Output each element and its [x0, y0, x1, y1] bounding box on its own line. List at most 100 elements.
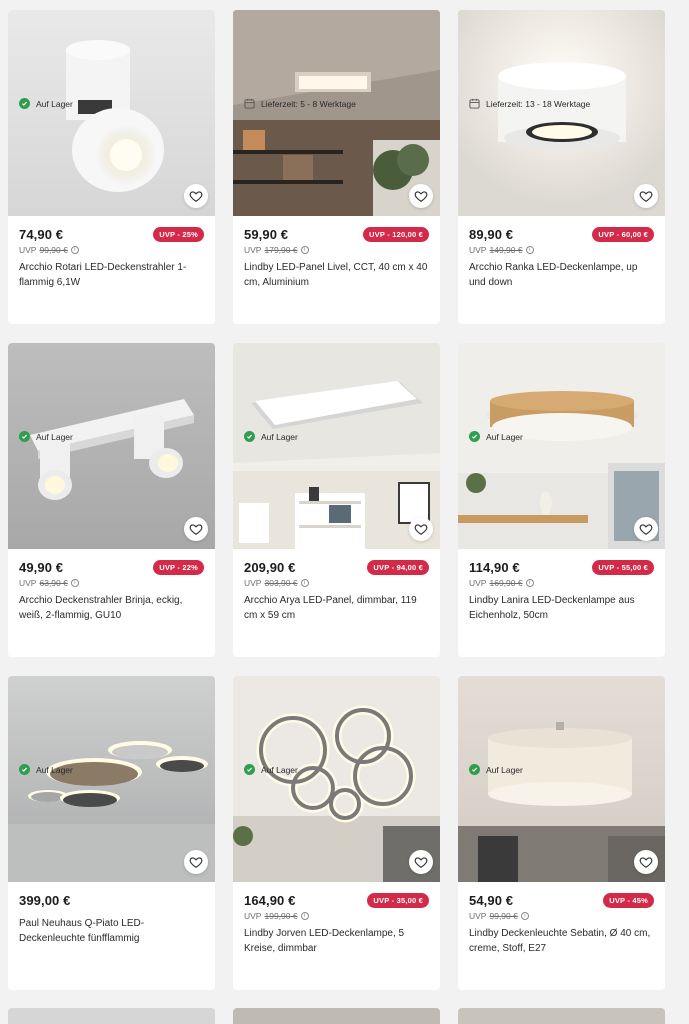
old-price: 99,90 €: [489, 910, 518, 921]
discount-badge: UVP - 35,00 €: [367, 893, 429, 908]
discount-badge: UVP - 120,00 €: [363, 227, 429, 242]
panel-room-image: [233, 10, 440, 216]
product-card[interactable]: 399,00 € Paul Neuhaus Q-Piato LED-Decken…: [8, 676, 215, 990]
old-price: 99,90 €: [39, 244, 68, 255]
product-grid: 74,90 € UVP - 25% UVP 99,90 € i Arcchio …: [8, 10, 665, 990]
product-card-partial[interactable]: [458, 1008, 665, 1024]
availability-text: Auf Lager: [486, 431, 523, 442]
uvp-label: UVP: [19, 244, 37, 255]
product-card[interactable]: 164,90 € UVP - 35,00 € UVP 199,90 € i Li…: [233, 676, 440, 990]
availability: Auf Lager: [19, 98, 73, 109]
product-title[interactable]: Lindby Lanira LED-Deckenlampe aus Eichen…: [469, 593, 654, 623]
uvp-price: UVP 99,90 € i: [469, 910, 654, 921]
old-price: 149,90 €: [489, 244, 523, 255]
uvp-label: UVP: [469, 910, 487, 921]
info-icon[interactable]: i: [70, 245, 79, 254]
info-icon[interactable]: i: [525, 578, 534, 587]
availability-text: Auf Lager: [261, 764, 298, 775]
spotlight-image: [8, 10, 215, 216]
info-icon[interactable]: i: [300, 245, 309, 254]
product-image[interactable]: [233, 10, 440, 216]
wishlist-heart-icon[interactable]: [184, 184, 208, 208]
next-row-partial: [8, 1008, 665, 1024]
info-icon[interactable]: i: [300, 578, 309, 587]
product-title[interactable]: Arcchio Ranka LED-Deckenlampe, up und do…: [469, 260, 654, 290]
product-image[interactable]: [458, 10, 665, 216]
product-image[interactable]: [233, 676, 440, 882]
product-card-partial[interactable]: [8, 1008, 215, 1024]
discount-badge: UVP - 55,00 €: [592, 560, 654, 575]
price: 89,90 €: [469, 227, 514, 242]
wishlist-heart-icon[interactable]: [634, 517, 658, 541]
info-icon[interactable]: i: [525, 245, 534, 254]
wishlist-heart-icon[interactable]: [184, 517, 208, 541]
price: 209,90 €: [244, 560, 296, 575]
product-image[interactable]: [8, 676, 215, 882]
product-card[interactable]: 54,90 € UVP - 45% UVP 99,90 € i Lindby D…: [458, 676, 665, 990]
price: 164,90 €: [244, 893, 296, 908]
product-card[interactable]: 49,90 € UVP - 22% UVP 63,90 € i Arcchio …: [8, 343, 215, 657]
product-image[interactable]: [233, 343, 440, 549]
product-card[interactable]: 209,90 € UVP - 94,00 € UVP 303,90 € i Ar…: [233, 343, 440, 657]
old-price: 169,90 €: [489, 577, 523, 588]
discount-badge: UVP - 22%: [153, 560, 204, 575]
uvp-label: UVP: [244, 910, 262, 921]
uvp-price: UVP 63,90 € i: [19, 577, 204, 588]
drum-lamp-image: [458, 676, 665, 882]
price: 54,90 €: [469, 893, 514, 908]
uvp-label: UVP: [19, 577, 37, 588]
product-title[interactable]: Lindby LED-Panel Livel, CCT, 40 cm x 40 …: [244, 260, 429, 290]
uvp-label: UVP: [469, 244, 487, 255]
product-image[interactable]: [458, 676, 665, 882]
availability: Lieferzeit: 5 - 8 Werktage: [244, 98, 356, 109]
wishlist-heart-icon[interactable]: [409, 850, 433, 874]
product-title[interactable]: Arcchio Arya LED-Panel, dimmbar, 119 cm …: [244, 593, 429, 623]
discount-badge: UVP - 45%: [603, 893, 654, 908]
uvp-label: UVP: [244, 577, 262, 588]
product-card[interactable]: 74,90 € UVP - 25% UVP 99,90 € i Arcchio …: [8, 10, 215, 324]
availability-text: Lieferzeit: 5 - 8 Werktage: [261, 98, 356, 109]
product-image[interactable]: [8, 343, 215, 549]
old-price: 303,90 €: [264, 577, 298, 588]
wishlist-heart-icon[interactable]: [409, 184, 433, 208]
check-icon: [244, 431, 255, 442]
discount-badge: UVP - 25%: [153, 227, 204, 242]
product-card[interactable]: 89,90 € UVP - 60,00 € UVP 149,90 € i Arc…: [458, 10, 665, 324]
product-card-partial[interactable]: [233, 1008, 440, 1024]
product-image[interactable]: [8, 10, 215, 216]
info-icon[interactable]: i: [520, 911, 529, 920]
availability-text: Auf Lager: [36, 764, 73, 775]
product-title[interactable]: Arcchio Deckenstrahler Brinja, eckig, we…: [19, 593, 204, 623]
availability: Auf Lager: [244, 431, 298, 442]
wishlist-heart-icon[interactable]: [634, 850, 658, 874]
oak-lamp-image: [458, 343, 665, 549]
wishlist-heart-icon[interactable]: [409, 517, 433, 541]
info-icon[interactable]: i: [70, 578, 79, 587]
ceiling-lamp-image: [458, 10, 665, 216]
uvp-label: UVP: [469, 577, 487, 588]
discount-badge: UVP - 60,00 €: [592, 227, 654, 242]
discs-lamp-image: [8, 676, 215, 882]
old-price: 179,90 €: [264, 244, 298, 255]
product-card[interactable]: 114,90 € UVP - 55,00 € UVP 169,90 € i Li…: [458, 343, 665, 657]
discount-badge: UVP - 94,00 €: [367, 560, 429, 575]
product-title[interactable]: Lindby Deckenleuchte Sebatin, Ø 40 cm, c…: [469, 926, 654, 956]
product-image[interactable]: [458, 343, 665, 549]
uvp-price: UVP 303,90 € i: [244, 577, 429, 588]
check-icon: [19, 764, 30, 775]
uvp-price: UVP 169,90 € i: [469, 577, 654, 588]
wishlist-heart-icon[interactable]: [634, 184, 658, 208]
availability-text: Auf Lager: [36, 98, 73, 109]
product-title[interactable]: Lindby Jorven LED-Deckenlampe, 5 Kreise,…: [244, 926, 429, 956]
availability-text: Lieferzeit: 13 - 18 Werktage: [486, 98, 591, 109]
wishlist-heart-icon[interactable]: [184, 850, 208, 874]
rings-lamp-image: [233, 676, 440, 882]
uvp-label: UVP: [244, 244, 262, 255]
info-icon[interactable]: i: [300, 911, 309, 920]
product-title[interactable]: Arcchio Rotari LED-Deckenstrahler 1-flam…: [19, 260, 204, 290]
product-card[interactable]: 59,90 € UVP - 120,00 € UVP 179,90 € i Li…: [233, 10, 440, 324]
panel-shelf-image: [233, 343, 440, 549]
availability: Lieferzeit: 13 - 18 Werktage: [469, 98, 590, 109]
price: 49,90 €: [19, 560, 64, 575]
product-title[interactable]: Paul Neuhaus Q-Piato LED-Deckenleuchte f…: [19, 916, 204, 946]
